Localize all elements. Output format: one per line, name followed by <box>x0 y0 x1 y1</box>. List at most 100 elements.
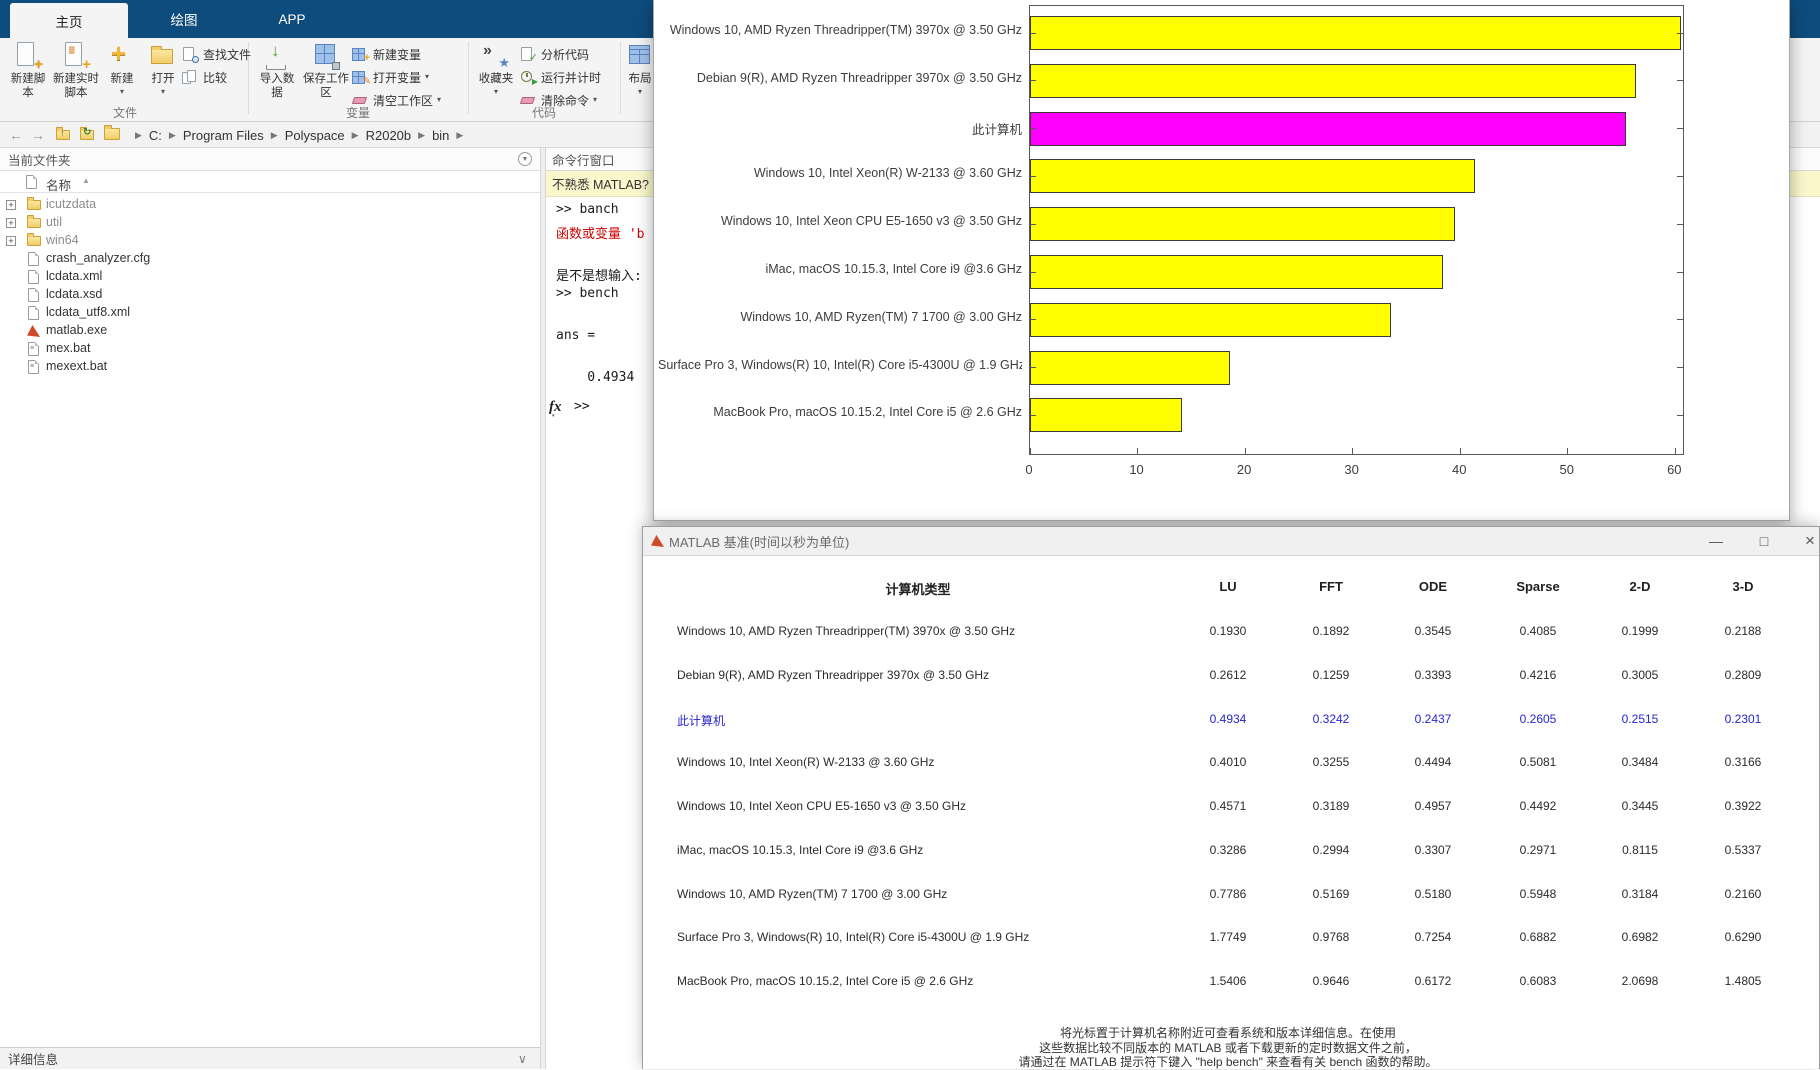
ribbon-button-import-data[interactable]: ↓导入数据 <box>256 42 298 104</box>
ribbon-button-new[interactable]: +新建▾ <box>104 42 140 104</box>
details-label: 详细信息 <box>8 1049 58 1068</box>
command-prompt[interactable]: >> <box>574 399 590 414</box>
table-cell-value: 0.2515 <box>1595 712 1685 728</box>
folder-glyph <box>104 128 120 140</box>
details-bar[interactable]: 详细信息 ∨ <box>0 1047 540 1069</box>
current-folder-icon <box>104 128 120 141</box>
tab-apps[interactable]: APP <box>240 0 344 38</box>
table-cell-value: 0.5081 <box>1493 755 1583 771</box>
file-row[interactable]: +win64 <box>0 232 540 250</box>
chart-category-label: 此计算机 <box>658 119 1022 137</box>
ribbon-button-new-script[interactable]: +新建脚本 <box>6 42 50 104</box>
ribbon-button-save-workspace[interactable]: 保存工作区 <box>302 42 350 104</box>
table-window-title: MATLAB 基准(时间以秒为单位) <box>669 532 849 551</box>
expander-icon[interactable]: + <box>6 218 16 228</box>
table-cell-value: 0.4010 <box>1183 755 1273 771</box>
file-row[interactable]: +util <box>0 214 540 232</box>
chart-bar <box>1030 351 1230 385</box>
doc-live-icon: ≣+ <box>62 42 90 70</box>
column-name-label: 名称 <box>46 175 71 194</box>
ribbon-button-new-variable[interactable]: +新建变量 <box>352 44 421 64</box>
chart-category-label: Windows 10, Intel Xeon(R) W-2133 @ 3.60 … <box>658 166 1022 184</box>
x-axis-tick <box>1460 448 1461 454</box>
table-footer-line: 这些数据比较不同版本的 MATLAB 或者下载更新的定时数据文件之前， <box>643 1039 1813 1053</box>
ribbon-button-find-files[interactable]: 查找文件 <box>182 44 251 64</box>
current-folder-panel: 当前文件夹 ▼ 名称 ▲ + icutzdata +util+win64crash_… <box>0 148 540 1047</box>
expander-icon[interactable]: + <box>6 236 16 246</box>
table-row-computer-name[interactable]: iMac, macOS 10.15.3, Intel Core i9 @3.6 … <box>677 843 1197 859</box>
table-cell-value: 0.4494 <box>1388 755 1478 771</box>
file-row[interactable]: ≡mex.bat <box>0 340 540 358</box>
back-icon[interactable]: ← <box>6 125 26 145</box>
table-row-computer-name[interactable]: Windows 10, AMD Ryzen Threadripper(TM) 3… <box>677 624 1197 640</box>
y-axis-tick <box>1677 176 1683 177</box>
forward-icon[interactable]: → <box>28 125 48 145</box>
panel-menu-icon[interactable]: ▼ <box>518 152 532 166</box>
folder-icon <box>26 216 42 230</box>
close-button[interactable]: × <box>1793 527 1820 555</box>
file-name: icutzdata <box>46 197 96 211</box>
doc-plus-glyph <box>17 42 34 66</box>
file-row[interactable]: lcdata.xml <box>0 268 540 286</box>
file-row[interactable]: + icutzdata <box>0 196 540 214</box>
table-row-computer-name[interactable]: Windows 10, Intel Xeon(R) W-2133 @ 3.60 … <box>677 755 1197 771</box>
file-list-column-header[interactable]: 名称 ▲ <box>0 171 540 193</box>
breadcrumb-segment[interactable]: ▶bin <box>411 128 449 143</box>
minimize-button[interactable]: — <box>1699 527 1733 555</box>
details-chevron-icon[interactable]: ∨ <box>518 1052 527 1066</box>
table-row-computer-name[interactable]: Windows 10, AMD Ryzen(TM) 7 1700 @ 3.00 … <box>677 887 1197 903</box>
breadcrumb-segment[interactable]: ▶C: <box>128 128 162 143</box>
table-row-computer-name[interactable]: 此计算机 <box>677 712 1197 728</box>
table-cell-value: 2.0698 <box>1595 974 1685 990</box>
ribbon-button-open-variable[interactable]: ✎打开变量▾ <box>352 67 429 87</box>
current-folder-title: 当前文件夹 <box>8 150 71 169</box>
table-header-computer-type: 计算机类型 <box>718 579 1118 596</box>
table-row-computer-name[interactable]: MacBook Pro, macOS 10.15.2, Intel Core i… <box>677 974 1197 990</box>
table-cell-value: 0.2605 <box>1493 712 1583 728</box>
expander-icon[interactable]: + <box>6 200 16 210</box>
doc-check-icon: ✓ <box>520 47 536 62</box>
x-axis-tick-label: 50 <box>1547 462 1587 477</box>
tab-home[interactable]: 主页 <box>10 3 128 38</box>
ribbon-button-new-live-script[interactable]: ≣+新建实时脚本 <box>52 42 100 104</box>
chart-category-label: Windows 10, Intel Xeon CPU E5-1650 v3 @ … <box>658 214 1022 232</box>
table-row-computer-name[interactable]: Debian 9(R), AMD Ryzen Threadripper 3970… <box>677 668 1197 684</box>
ribbon-group-divider <box>468 42 469 114</box>
breadcrumb-segment[interactable]: ▶Program Files <box>162 128 264 143</box>
ribbon-button-open[interactable]: 打开▾ <box>144 42 182 104</box>
breadcrumb-segment[interactable]: ▶R2020b <box>345 128 411 143</box>
file-row[interactable]: ≡mexext.bat <box>0 358 540 376</box>
chart-bar <box>1030 112 1626 146</box>
file-row[interactable]: lcdata.xsd <box>0 286 540 304</box>
table-cell-value: 0.3242 <box>1286 712 1376 728</box>
command-line: >> banch <box>556 202 619 217</box>
file-row[interactable]: crash_analyzer.cfg <box>0 250 540 268</box>
table-header-3-d: 3-D <box>1698 579 1788 596</box>
ribbon-button-analyze-code[interactable]: ✓分析代码 <box>520 44 589 64</box>
maximize-button[interactable]: □ <box>1747 527 1781 555</box>
table-row-computer-name[interactable]: Surface Pro 3, Windows(R) 10, Intel(R) C… <box>677 930 1197 946</box>
ribbon-button-favorites[interactable]: »★收藏夹▾ <box>474 42 518 104</box>
ribbon-button-compare[interactable]: 比较 <box>182 67 227 87</box>
ribbon-button-label: 查找文件 <box>203 46 251 63</box>
file-row[interactable]: lcdata_utf8.xml <box>0 304 540 322</box>
ribbon-button-label: 导入数据 <box>256 73 298 101</box>
doc-check-glyph: ✓ <box>529 53 538 64</box>
file-row[interactable]: matlab.exe <box>0 322 540 340</box>
table-cell-value: 0.4934 <box>1183 712 1273 728</box>
table-cell-value: 0.7254 <box>1388 930 1478 946</box>
file-name: matlab.exe <box>46 323 107 337</box>
command-line: 0.4934 <box>556 370 634 385</box>
ribbon-button-run-and-time[interactable]: ▶运行并计时 <box>520 67 601 87</box>
table-window-titlebar[interactable]: MATLAB 基准(时间以秒为单位) — □ × <box>643 527 1819 556</box>
browse-folder-icon[interactable]: ↻ <box>78 125 98 145</box>
matlab-triangle-glyph <box>651 535 664 547</box>
table-cell-value: 0.3166 <box>1698 755 1788 771</box>
ribbon-button-clear-workspace[interactable]: 清空工作区▾ <box>352 90 441 110</box>
ribbon-button-clear-commands[interactable]: 清除命令▾ <box>520 90 597 110</box>
table-row-computer-name[interactable]: Windows 10, Intel Xeon CPU E5-1650 v3 @ … <box>677 799 1197 815</box>
breadcrumb-segment[interactable]: ▶Polyspace <box>264 128 345 143</box>
x-axis-tick <box>1030 448 1031 454</box>
folder-up-icon[interactable]: ↑ <box>54 125 74 145</box>
tab-plots[interactable]: 绘图 <box>128 0 240 38</box>
